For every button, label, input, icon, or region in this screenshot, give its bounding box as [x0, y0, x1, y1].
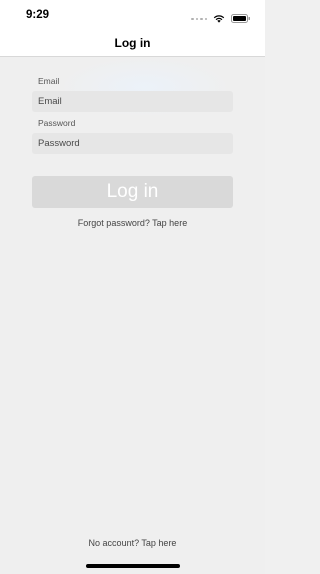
password-label: Password — [38, 118, 76, 128]
status-bar: 9:29 — [0, 0, 265, 30]
home-indicator[interactable] — [86, 564, 180, 568]
email-label: Email — [38, 76, 60, 86]
page-title: Log in — [114, 36, 151, 50]
signal-dots-icon — [191, 17, 207, 21]
login-button[interactable]: Log in — [32, 176, 233, 208]
status-icons — [191, 10, 251, 28]
navigation-bar: Log in — [0, 30, 265, 57]
password-field[interactable] — [32, 133, 233, 154]
wifi-icon — [213, 10, 225, 28]
email-field[interactable] — [32, 91, 233, 112]
login-form-container: Email Password Log in Forgot password? T… — [0, 57, 265, 574]
forgot-password-link[interactable]: Forgot password? Tap here — [0, 218, 265, 228]
signup-link[interactable]: No account? Tap here — [0, 538, 265, 548]
battery-icon — [231, 10, 251, 28]
status-time: 9:29 — [26, 9, 50, 21]
